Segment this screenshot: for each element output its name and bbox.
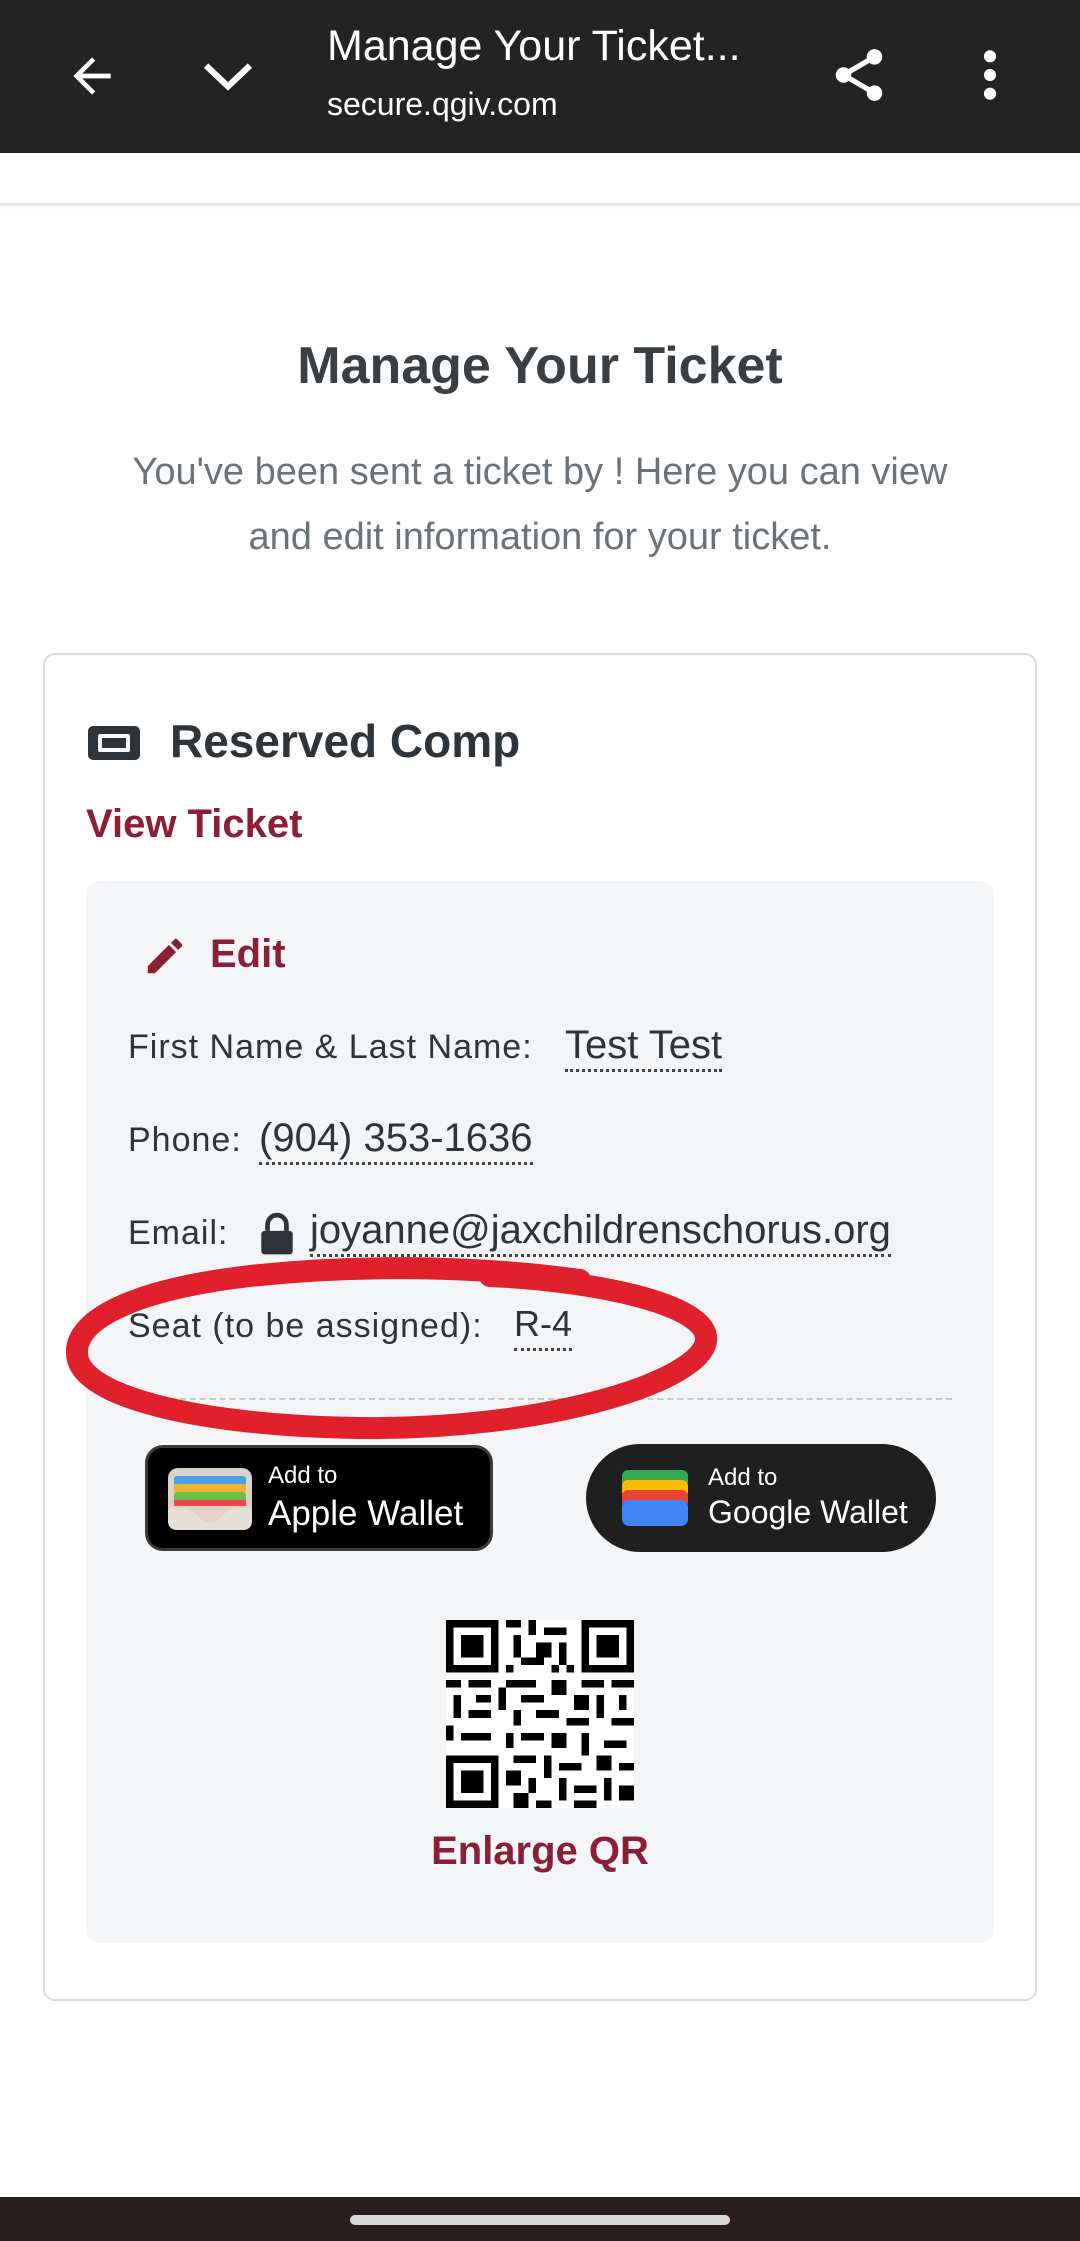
enlarge-qr-link[interactable]: Enlarge QR (0, 1829, 1080, 1874)
home-gesture-handle[interactable] (350, 2215, 730, 2225)
name-label: First Name & Last Name: (128, 1028, 533, 1066)
apple-wallet-small-text: Add to (268, 1462, 338, 1489)
apple-wallet-big-text: Apple Wallet (268, 1494, 464, 1533)
ticket-type-name: Reserved Comp (170, 715, 521, 767)
view-ticket-link[interactable]: View Ticket (86, 802, 302, 847)
email-label: Email: (128, 1214, 229, 1252)
phone-value[interactable]: (904) 353-1636 (259, 1114, 533, 1165)
phone-label: Phone: (128, 1121, 242, 1159)
page-description: You've been sent a ticket by ! Here you … (132, 451, 948, 558)
page-header-strip (0, 153, 1080, 205)
wallet-icon (168, 1468, 252, 1530)
chevron-down-icon (203, 63, 253, 91)
add-to-apple-wallet-button[interactable]: Add to Apple Wallet (145, 1445, 493, 1551)
pencil-icon[interactable] (142, 933, 188, 979)
add-to-google-wallet-button[interactable]: Add to Google Wallet (586, 1444, 936, 1552)
qr-code[interactable] (446, 1620, 634, 1808)
edit-button[interactable]: Edit (210, 932, 286, 977)
tab-title: Manage Your Ticket... (327, 22, 741, 70)
url-text[interactable]: secure.qgiv.com (327, 86, 558, 123)
more-vert-icon (983, 50, 997, 100)
share-icon (835, 49, 883, 101)
google-wallet-big-text: Google Wallet (708, 1494, 908, 1530)
name-value[interactable]: Test Test (565, 1021, 723, 1072)
ticket-icon (88, 726, 140, 760)
browser-toolbar: Manage Your Ticket... secure.qgiv.com (0, 0, 1080, 153)
google-wallet-small-text: Add to (708, 1464, 778, 1491)
collapse-button[interactable] (188, 36, 268, 116)
back-arrow-icon (73, 57, 111, 95)
page-title: Manage Your Ticket (297, 337, 783, 395)
share-button[interactable] (814, 30, 904, 120)
more-options-button[interactable] (950, 30, 1030, 120)
annotation-circle (66, 1257, 718, 1440)
google-wallet-icon (622, 1470, 688, 1526)
back-button[interactable] (52, 36, 132, 116)
